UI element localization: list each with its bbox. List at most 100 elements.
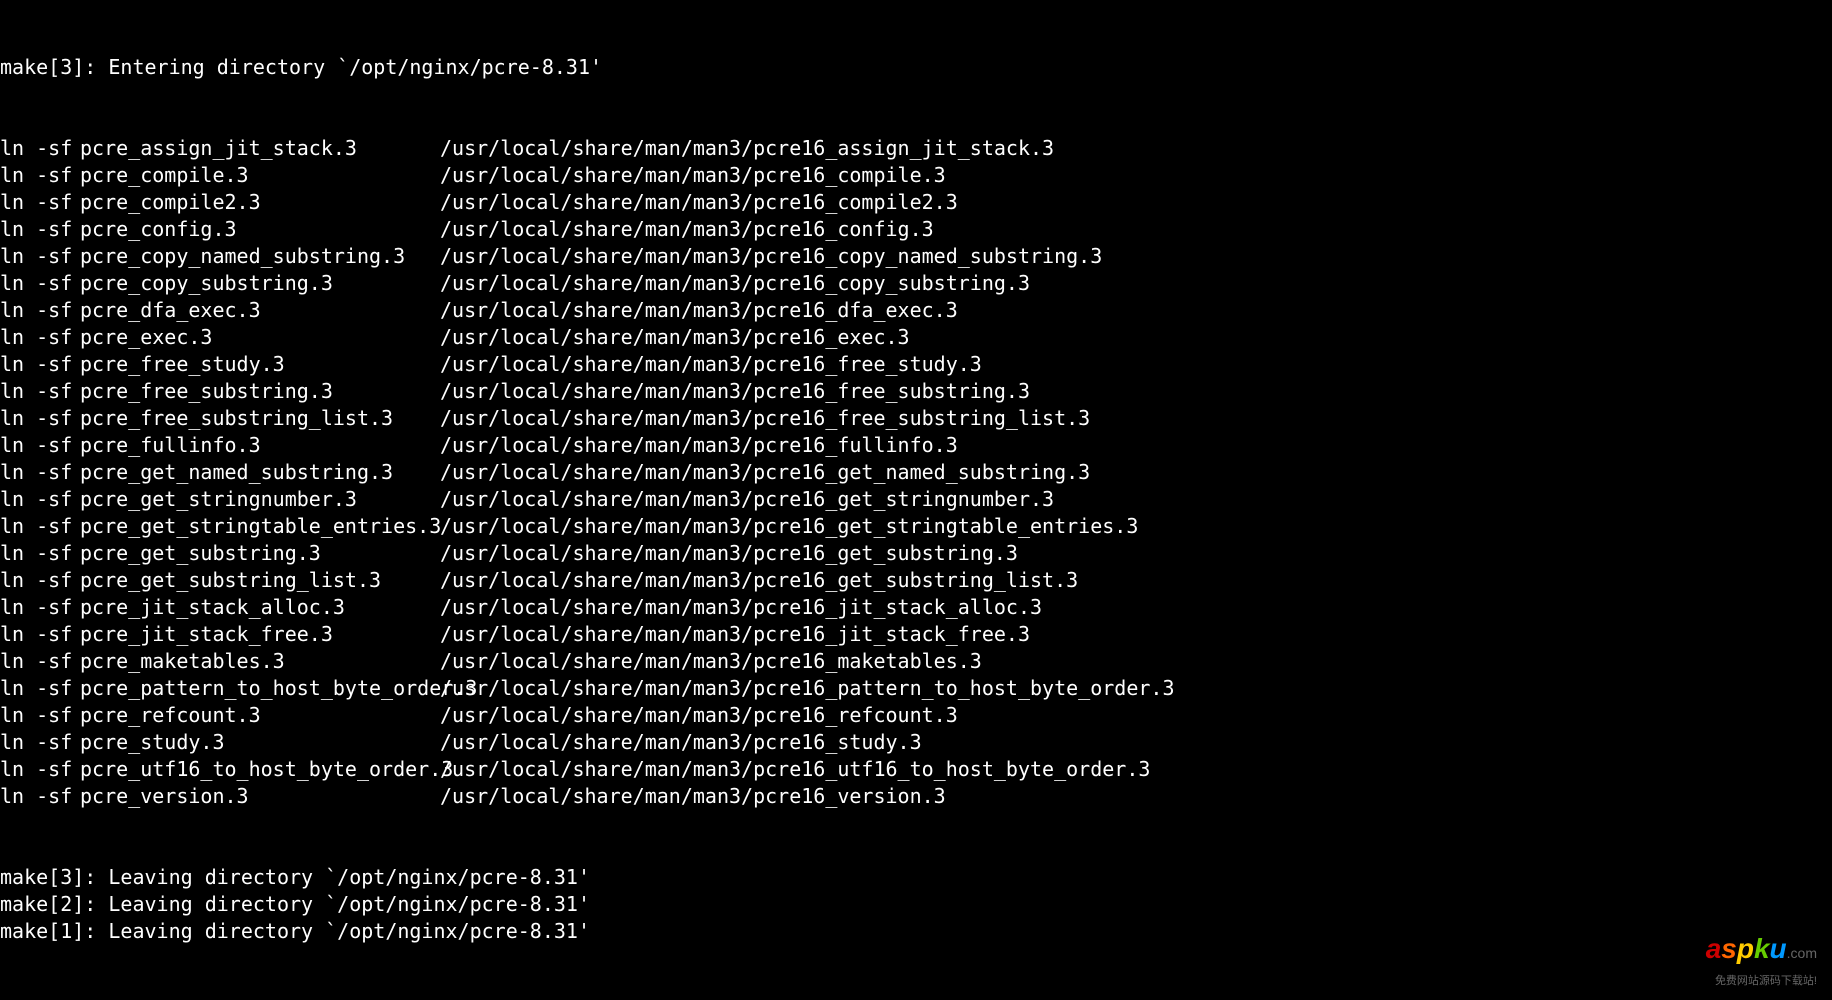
symlink-line: ln -sfpcre_study.3/usr/local/share/man/m… [0,729,1832,756]
symlink-destination: /usr/local/share/man/man3/pcre16_version… [440,784,946,808]
symlink-line: ln -sfpcre_jit_stack_free.3/usr/local/sh… [0,621,1832,648]
watermark-letter-u: u [1770,933,1787,964]
symlink-destination: /usr/local/share/man/man3/pcre16_jit_sta… [440,622,1030,646]
symlink-source: pcre_compile.3 [80,162,440,189]
symlink-line: ln -sfpcre_compile.3/usr/local/share/man… [0,162,1832,189]
symlink-source: pcre_get_named_substring.3 [80,459,440,486]
symlink-destination: /usr/local/share/man/man3/pcre16_refcoun… [440,703,958,727]
watermark-letter-s: s [1721,933,1737,964]
ln-command: ln -sf [0,378,80,405]
symlink-destination: /usr/local/share/man/man3/pcre16_maketab… [440,649,982,673]
symlink-source: pcre_free_substring.3 [80,378,440,405]
symlink-line: ln -sfpcre_get_substring_list.3/usr/loca… [0,567,1832,594]
symlink-source: pcre_refcount.3 [80,702,440,729]
symlink-source: pcre_get_stringnumber.3 [80,486,440,513]
symlink-lines: ln -sfpcre_assign_jit_stack.3/usr/local/… [0,135,1832,810]
make-leave-line: make[3]: Leaving directory `/opt/nginx/p… [0,864,1832,891]
symlink-line: ln -sfpcre_pattern_to_host_byte_order.3/… [0,675,1832,702]
ln-command: ln -sf [0,135,80,162]
ln-command: ln -sf [0,702,80,729]
ln-command: ln -sf [0,621,80,648]
ln-command: ln -sf [0,432,80,459]
symlink-source: pcre_get_stringtable_entries.3 [80,513,440,540]
ln-command: ln -sf [0,594,80,621]
ln-command: ln -sf [0,567,80,594]
symlink-line: ln -sfpcre_free_study.3/usr/local/share/… [0,351,1832,378]
symlink-source: pcre_free_substring_list.3 [80,405,440,432]
symlink-line: ln -sfpcre_maketables.3/usr/local/share/… [0,648,1832,675]
watermark-logo: aspku.com 免费网站源码下载站! [1706,935,1817,995]
symlink-line: ln -sfpcre_get_named_substring.3/usr/loc… [0,459,1832,486]
watermark-letter-p: p [1737,933,1754,964]
symlink-line: ln -sfpcre_compile2.3/usr/local/share/ma… [0,189,1832,216]
ln-command: ln -sf [0,675,80,702]
ln-command: ln -sf [0,729,80,756]
symlink-source: pcre_exec.3 [80,324,440,351]
symlink-line: ln -sfpcre_free_substring_list.3/usr/loc… [0,405,1832,432]
ln-command: ln -sf [0,324,80,351]
symlink-source: pcre_config.3 [80,216,440,243]
symlink-line: ln -sfpcre_dfa_exec.3/usr/local/share/ma… [0,297,1832,324]
symlink-line: ln -sfpcre_get_stringtable_entries.3/usr… [0,513,1832,540]
make-enter-line: make[3]: Entering directory `/opt/nginx/… [0,54,1832,81]
ln-command: ln -sf [0,486,80,513]
ln-command: ln -sf [0,540,80,567]
symlink-source: pcre_dfa_exec.3 [80,297,440,324]
watermark-letter-a: a [1706,933,1722,964]
symlink-destination: /usr/local/share/man/man3/pcre16_free_su… [440,379,1030,403]
symlink-destination: /usr/local/share/man/man3/pcre16_compile… [440,190,958,214]
symlink-destination: /usr/local/share/man/man3/pcre16_free_st… [440,352,982,376]
symlink-source: pcre_utf16_to_host_byte_order.3 [80,756,440,783]
symlink-line: ln -sfpcre_get_substring.3/usr/local/sha… [0,540,1832,567]
symlink-source: pcre_jit_stack_alloc.3 [80,594,440,621]
symlink-destination: /usr/local/share/man/man3/pcre16_get_str… [440,487,1054,511]
symlink-line: ln -sfpcre_exec.3/usr/local/share/man/ma… [0,324,1832,351]
symlink-destination: /usr/local/share/man/man3/pcre16_exec.3 [440,325,910,349]
symlink-source: pcre_get_substring.3 [80,540,440,567]
symlink-line: ln -sfpcre_jit_stack_alloc.3/usr/local/s… [0,594,1832,621]
ln-command: ln -sf [0,513,80,540]
symlink-line: ln -sfpcre_get_stringnumber.3/usr/local/… [0,486,1832,513]
make-leave-line: make[2]: Leaving directory `/opt/nginx/p… [0,891,1832,918]
symlink-destination: /usr/local/share/man/man3/pcre16_config.… [440,217,934,241]
symlink-source: pcre_copy_named_substring.3 [80,243,440,270]
make-leave-lines: make[3]: Leaving directory `/opt/nginx/p… [0,864,1832,945]
symlink-destination: /usr/local/share/man/man3/pcre16_jit_sta… [440,595,1042,619]
ln-command: ln -sf [0,270,80,297]
watermark-letter-k: k [1754,933,1770,964]
symlink-source: pcre_copy_substring.3 [80,270,440,297]
ln-command: ln -sf [0,756,80,783]
symlink-destination: /usr/local/share/man/man3/pcre16_compile… [440,163,946,187]
ln-command: ln -sf [0,783,80,810]
symlink-line: ln -sfpcre_free_substring.3/usr/local/sh… [0,378,1832,405]
symlink-destination: /usr/local/share/man/man3/pcre16_fullinf… [440,433,958,457]
symlink-destination: /usr/local/share/man/man3/pcre16_get_sub… [440,568,1078,592]
symlink-destination: /usr/local/share/man/man3/pcre16_study.3 [440,730,922,754]
symlink-source: pcre_jit_stack_free.3 [80,621,440,648]
symlink-destination: /usr/local/share/man/man3/pcre16_copy_na… [440,244,1102,268]
ln-command: ln -sf [0,189,80,216]
symlink-destination: /usr/local/share/man/man3/pcre16_get_str… [440,514,1138,538]
symlink-line: ln -sfpcre_version.3/usr/local/share/man… [0,783,1832,810]
ln-command: ln -sf [0,648,80,675]
symlink-source: pcre_compile2.3 [80,189,440,216]
symlink-source: pcre_get_substring_list.3 [80,567,440,594]
symlink-destination: /usr/local/share/man/man3/pcre16_pattern… [440,676,1175,700]
symlink-destination: /usr/local/share/man/man3/pcre16_free_su… [440,406,1090,430]
symlink-source: pcre_fullinfo.3 [80,432,440,459]
symlink-source: pcre_assign_jit_stack.3 [80,135,440,162]
ln-command: ln -sf [0,351,80,378]
symlink-line: ln -sfpcre_utf16_to_host_byte_order.3/us… [0,756,1832,783]
symlink-line: ln -sfpcre_fullinfo.3/usr/local/share/ma… [0,432,1832,459]
symlink-source: pcre_pattern_to_host_byte_order.3 [80,675,440,702]
symlink-destination: /usr/local/share/man/man3/pcre16_dfa_exe… [440,298,958,322]
ln-command: ln -sf [0,216,80,243]
watermark-subtitle: 免费网站源码下载站! [1706,968,1817,995]
symlink-line: ln -sfpcre_copy_substring.3/usr/local/sh… [0,270,1832,297]
symlink-source: pcre_free_study.3 [80,351,440,378]
symlink-destination: /usr/local/share/man/man3/pcre16_utf16_t… [440,757,1150,781]
ln-command: ln -sf [0,405,80,432]
symlink-destination: /usr/local/share/man/man3/pcre16_get_nam… [440,460,1090,484]
ln-command: ln -sf [0,297,80,324]
ln-command: ln -sf [0,459,80,486]
